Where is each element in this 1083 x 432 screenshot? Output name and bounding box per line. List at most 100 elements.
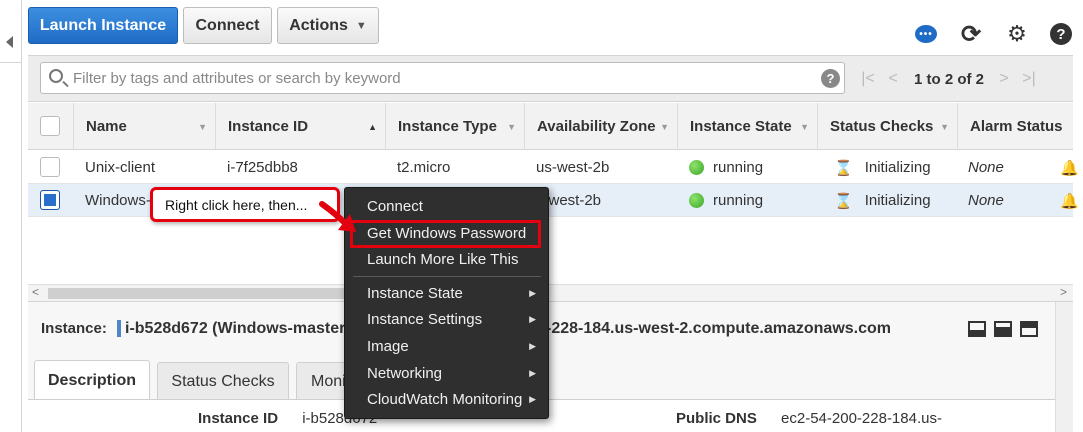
- instance-color-bar: [117, 320, 121, 337]
- cell-alarm-status: None: [968, 159, 1004, 176]
- rail-divider: [0, 62, 22, 63]
- cell-status-checks: ⌛ Initializing: [834, 184, 931, 217]
- filter-bar: ? |< < 1 to 2 of 2 > >|: [28, 55, 1073, 102]
- pagination-label: 1 to 2 of 2: [914, 70, 985, 88]
- menu-item-label: Image: [367, 337, 409, 355]
- annotation-callout: Right click here, then...: [150, 187, 340, 222]
- gear-icon[interactable]: ⚙: [1005, 21, 1029, 46]
- state-label: running: [713, 159, 764, 176]
- tab-description[interactable]: Description: [34, 360, 150, 400]
- hourglass-icon: ⌛: [834, 192, 853, 210]
- field-value: ec2-54-200-228-184.us-: [781, 410, 942, 427]
- menu-item-label: CloudWatch Monitoring: [367, 390, 523, 408]
- submenu-arrow-icon: ▶: [529, 340, 536, 351]
- annotation-highlight-box: [350, 220, 541, 248]
- pane-half-icon[interactable]: [994, 321, 1012, 337]
- scroll-right-icon[interactable]: >: [1060, 285, 1067, 299]
- instance-label: Instance:: [41, 320, 107, 337]
- search-input[interactable]: [73, 67, 813, 89]
- launch-instance-button[interactable]: Launch Instance: [28, 7, 178, 44]
- alarm-bell-icon[interactable]: 🔔: [1060, 151, 1079, 184]
- menu-item-label: Connect: [367, 197, 423, 215]
- pane-minimize-icon[interactable]: [968, 321, 986, 337]
- select-all-checkbox[interactable]: [40, 116, 60, 136]
- column-header-instance-type[interactable]: Instance Type ▼: [385, 103, 524, 150]
- refresh-icon[interactable]: ⟳: [959, 21, 983, 48]
- row-checkbox[interactable]: [40, 157, 60, 177]
- field-label: Instance ID: [198, 410, 279, 427]
- column-label: Alarm Status: [970, 118, 1063, 135]
- field-public-dns: Public DNS ec2-54-200-228-184.us-: [676, 410, 942, 427]
- horizontal-scrollbar[interactable]: < >: [28, 284, 1073, 301]
- field-label: Public DNS: [676, 410, 757, 427]
- checks-label: Initializing: [864, 192, 931, 209]
- column-header-name[interactable]: Name ▼: [73, 103, 215, 150]
- column-header-instance-id[interactable]: Instance ID ▲: [215, 103, 385, 150]
- cell-instance-state: running: [689, 151, 763, 184]
- menu-item-launch-more-like-this[interactable]: Launch More Like This: [345, 246, 548, 272]
- last-page-icon[interactable]: >|: [1018, 70, 1040, 88]
- state-label: running: [713, 192, 764, 209]
- sort-down-icon: ▼: [800, 121, 809, 132]
- menu-item-instance-state[interactable]: Instance State ▶: [345, 280, 548, 306]
- row-checkbox[interactable]: [40, 190, 60, 210]
- menu-item-image[interactable]: Image ▶: [345, 333, 548, 359]
- callout-text: Right click here, then...: [165, 196, 308, 213]
- cell-name: Unix-client: [85, 159, 156, 176]
- submenu-arrow-icon: ▶: [529, 393, 536, 404]
- left-nav-rail[interactable]: [0, 0, 22, 432]
- table-row[interactable]: Unix-client i-7f25dbb8 t2.micro us-west-…: [28, 151, 1079, 184]
- alarm-bell-icon[interactable]: 🔔: [1060, 184, 1079, 217]
- cell-instance-state: running: [689, 184, 763, 217]
- launch-instance-label: Launch Instance: [39, 16, 167, 34]
- speech-bubble-icon[interactable]: •••: [914, 22, 938, 46]
- menu-item-label: Instance State: [367, 284, 463, 302]
- instance-dns: -228-184.us-west-2.compute.amazonaws.com: [546, 320, 892, 337]
- scroll-left-icon[interactable]: <: [32, 285, 39, 299]
- cell-instance-id: i-7f25dbb8: [227, 159, 298, 176]
- checks-label: Initializing: [864, 159, 931, 176]
- column-header-alarm-status[interactable]: Alarm Status: [957, 103, 1073, 150]
- menu-item-label: Instance Settings: [367, 310, 483, 328]
- chevron-down-icon: ▼: [355, 19, 367, 32]
- tab-status-checks[interactable]: Status Checks: [157, 362, 289, 400]
- hourglass-icon: ⌛: [834, 159, 853, 177]
- column-label: Instance ID: [228, 118, 309, 135]
- submenu-arrow-icon: ▶: [529, 287, 536, 298]
- menu-item-label: Networking: [367, 364, 443, 382]
- cell-name: Windows-: [85, 192, 151, 209]
- running-status-icon: [689, 193, 704, 208]
- actions-button[interactable]: Actions ▼: [277, 7, 379, 44]
- menu-item-instance-settings[interactable]: Instance Settings ▶: [345, 306, 548, 332]
- column-header-instance-state[interactable]: Instance State ▼: [677, 103, 817, 150]
- menu-item-networking[interactable]: Networking ▶: [345, 360, 548, 386]
- instance-value: i-b528d672 (Windows-master: [125, 320, 346, 337]
- search-box[interactable]: ?: [40, 62, 845, 94]
- first-page-icon[interactable]: |<: [858, 70, 878, 88]
- column-header-status-checks[interactable]: Status Checks ▼: [817, 103, 957, 150]
- vertical-scrollbar[interactable]: [1055, 302, 1073, 432]
- search-help-icon[interactable]: ?: [821, 69, 840, 88]
- actions-label: Actions: [289, 16, 348, 34]
- cell-alarm-status: None: [968, 192, 1004, 209]
- question-icon[interactable]: ?: [1049, 22, 1073, 46]
- column-label: Instance Type: [398, 118, 497, 135]
- cell-instance-type: t2.micro: [397, 159, 451, 176]
- search-icon: [49, 69, 63, 83]
- menu-item-connect[interactable]: Connect: [345, 193, 548, 219]
- pane-maximize-icon[interactable]: [1020, 321, 1038, 337]
- table-header: Name ▼ Instance ID ▲ Instance Type ▼ Availa…: [28, 103, 1073, 150]
- pagination: |< < 1 to 2 of 2 > >|: [858, 67, 1040, 91]
- collapse-arrow-icon[interactable]: [6, 36, 13, 48]
- connect-button[interactable]: Connect: [183, 7, 272, 44]
- column-label: Name: [86, 118, 127, 135]
- column-header-availability-zone[interactable]: Availability Zone ▼: [524, 103, 677, 150]
- connect-label: Connect: [195, 16, 260, 34]
- submenu-arrow-icon: ▶: [529, 367, 536, 378]
- menu-item-cloudwatch-monitoring[interactable]: CloudWatch Monitoring ▶: [345, 386, 548, 412]
- prev-page-icon[interactable]: <: [878, 70, 908, 88]
- sort-down-icon: ▼: [198, 121, 207, 132]
- sort-down-icon: ▼: [660, 121, 669, 132]
- next-page-icon[interactable]: >: [990, 70, 1018, 88]
- column-label: Availability Zone: [537, 118, 656, 135]
